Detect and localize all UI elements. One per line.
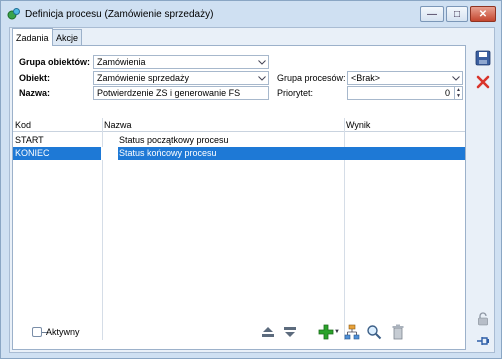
- client-area: Zadania Akcje Grupa obiektów: Zamówienia…: [9, 27, 495, 353]
- title-bar[interactable]: Definicja procesu (Zamówienie sprzedaży)…: [1, 1, 501, 27]
- tab-akcje[interactable]: Akcje: [52, 29, 83, 45]
- close-button[interactable]: [474, 74, 492, 92]
- table-row-selected[interactable]: KONIEC Status końcowy procesu: [13, 147, 465, 160]
- chevron-down-icon[interactable]: ▼: [334, 329, 340, 335]
- name-input[interactable]: Potwierdzenie ZS i generowanie FS: [93, 86, 269, 100]
- move-down-icon: [283, 326, 297, 340]
- priority-label: Priorytet:: [277, 88, 314, 98]
- save-icon: [475, 50, 491, 68]
- trash-icon: [391, 324, 405, 342]
- lock-icon: [477, 312, 489, 328]
- grid-header: Kod Nazwa Wynik: [13, 118, 465, 132]
- object-group-combo[interactable]: Zamówienia: [93, 55, 269, 69]
- add-icon: [318, 324, 334, 342]
- move-down-button[interactable]: [281, 324, 299, 342]
- process-group-value: <Brak>: [351, 73, 381, 83]
- chevron-down-icon: [255, 72, 268, 84]
- window-close-button[interactable]: ✕: [470, 6, 496, 22]
- row-nazwa: Status początkowy procesu: [119, 135, 229, 145]
- move-up-button[interactable]: [259, 324, 277, 342]
- object-group-label: Grupa obiektów:: [19, 57, 91, 67]
- process-definition-window: Definicja procesu (Zamówienie sprzedaży)…: [0, 0, 502, 359]
- object-combo[interactable]: Zamówienie sprzedaży: [93, 71, 269, 85]
- object-label: Obiekt:: [19, 73, 51, 83]
- search-icon: [366, 324, 382, 342]
- active-checkbox[interactable]: [32, 327, 42, 337]
- object-group-value: Zamówienia: [97, 57, 146, 67]
- column-kod[interactable]: Kod: [15, 120, 31, 130]
- chevron-down-icon: [255, 56, 268, 68]
- close-icon: [476, 75, 490, 91]
- chevron-down-icon: [449, 72, 462, 84]
- process-icon: [7, 7, 21, 21]
- column-nazwa[interactable]: Nazwa: [104, 120, 132, 130]
- tab-zadania[interactable]: Zadania: [12, 28, 53, 46]
- row-nazwa: Status końcowy procesu: [119, 148, 217, 158]
- priority-value: 0: [444, 88, 450, 98]
- pin-icon: [476, 335, 490, 349]
- process-group-label: Grupa procesów:: [277, 73, 346, 83]
- row-kod: KONIEC: [15, 148, 50, 158]
- add-button[interactable]: [317, 324, 335, 342]
- pin-button[interactable]: [474, 333, 492, 351]
- name-value: Potwierdzenie ZS i generowanie FS: [97, 88, 241, 98]
- process-group-combo[interactable]: <Brak>: [347, 71, 463, 85]
- name-label: Nazwa:: [19, 88, 51, 98]
- column-wynik[interactable]: Wynik: [346, 120, 370, 130]
- maximize-button[interactable]: □: [446, 6, 468, 22]
- window-title: Definicja procesu (Zamówienie sprzedaży): [25, 9, 214, 20]
- search-button[interactable]: [365, 324, 383, 342]
- minimize-button[interactable]: —: [420, 6, 444, 22]
- active-checkbox-group[interactable]: Aktywny: [32, 327, 80, 337]
- move-up-icon: [261, 326, 275, 340]
- priority-stepper[interactable]: 0 ▲ ▼: [347, 86, 463, 100]
- hierarchy-button[interactable]: [343, 324, 361, 342]
- hierarchy-icon: [344, 324, 360, 342]
- delete-button[interactable]: [389, 324, 407, 342]
- active-checkbox-label: Aktywny: [46, 327, 80, 337]
- save-button[interactable]: [474, 50, 492, 68]
- tasks-panel: Grupa obiektów: Zamówienia Obiekt: Zamów…: [12, 45, 466, 350]
- table-row[interactable]: START Status początkowy procesu: [13, 134, 465, 147]
- spin-arrows-icon[interactable]: ▲ ▼: [454, 87, 462, 99]
- lock-button[interactable]: [474, 311, 492, 329]
- object-value: Zamówienie sprzedaży: [97, 73, 190, 83]
- row-kod: START: [15, 135, 44, 145]
